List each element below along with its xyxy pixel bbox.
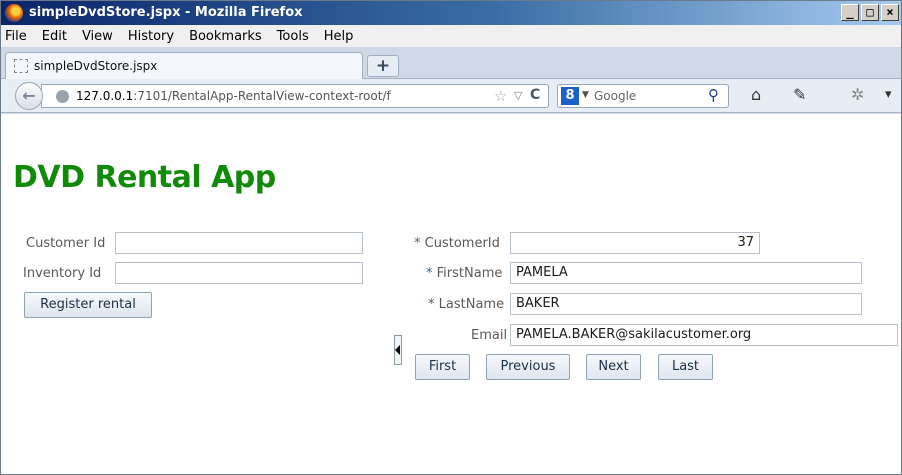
tools-icon[interactable]: ✎	[793, 85, 806, 104]
site-identity-icon[interactable]	[56, 90, 69, 103]
last-name-label: * LastName	[428, 297, 504, 312]
search-input[interactable]: Google	[594, 89, 636, 103]
last-name-field[interactable]: BAKER	[510, 293, 862, 315]
page-content: DVD Rental App Customer Id Inventory Id …	[1, 114, 901, 474]
collapse-arrow-icon	[395, 345, 400, 355]
url-path: :7101/RentalApp-RentalView-context-root/…	[133, 89, 391, 103]
url-host: 127.0.0.1	[76, 89, 134, 103]
url-text[interactable]: 127.0.0.1:7101/RentalApp-RentalView-cont…	[76, 89, 486, 103]
customer-id-value-field[interactable]: 37	[510, 232, 760, 254]
menu-view[interactable]: View	[82, 29, 113, 44]
url-bar[interactable]: 127.0.0.1:7101/RentalApp-RentalView-cont…	[41, 84, 549, 108]
firefox-logo-icon	[5, 4, 23, 22]
previous-button[interactable]: Previous	[486, 354, 570, 380]
window-title: simpleDvdStore.jspx - Mozilla Firefox	[29, 5, 303, 20]
back-button[interactable]: ←	[15, 82, 43, 110]
menu-tools[interactable]: Tools	[277, 29, 309, 44]
required-marker: *	[428, 297, 435, 312]
page-icon	[14, 59, 28, 73]
required-marker: *	[426, 266, 433, 281]
menu-bookmarks[interactable]: Bookmarks	[189, 29, 262, 44]
browser-window: simpleDvdStore.jspx - Mozilla Firefox _ …	[0, 0, 902, 475]
reload-icon[interactable]: C	[530, 87, 540, 103]
addon-icon[interactable]: ✲	[851, 85, 864, 104]
register-rental-button[interactable]: Register rental	[24, 292, 152, 318]
last-button[interactable]: Last	[658, 354, 713, 380]
customer-id-text: CustomerId	[424, 236, 500, 251]
menu-file[interactable]: File	[5, 29, 27, 44]
inventory-id-label: Inventory Id	[23, 266, 102, 281]
search-engine-dropdown-icon[interactable]: ▼	[582, 90, 589, 100]
first-button[interactable]: First	[415, 354, 470, 380]
required-marker: *	[414, 236, 421, 251]
email-field[interactable]: PAMELA.BAKER@sakilacustomer.org	[510, 324, 898, 346]
search-bar[interactable]: 8 ▼ Google ⚲	[557, 84, 729, 108]
customer-id-form-label: * CustomerId	[414, 236, 500, 251]
menu-help[interactable]: Help	[324, 29, 354, 44]
customer-id-label: Customer Id	[26, 236, 106, 251]
email-label: Email	[471, 328, 508, 343]
menu-overflow-icon[interactable]: ▾	[885, 87, 892, 102]
menu-history[interactable]: History	[128, 29, 174, 44]
inventory-id-input[interactable]	[115, 262, 363, 284]
tab-title: simpleDvdStore.jspx	[34, 59, 158, 73]
url-history-dropdown-icon[interactable]: ▽	[514, 89, 522, 102]
next-button[interactable]: Next	[586, 354, 641, 380]
home-icon[interactable]: ⌂	[751, 85, 761, 104]
last-name-text: LastName	[438, 297, 505, 312]
menu-edit[interactable]: Edit	[42, 29, 67, 44]
page-title: DVD Rental App	[13, 160, 276, 195]
first-name-field[interactable]: PAMELA	[510, 262, 862, 284]
first-name-text: FirstName	[436, 266, 503, 281]
bookmark-star-icon[interactable]: ☆	[494, 87, 507, 105]
customer-id-input[interactable]	[115, 232, 363, 254]
search-icon[interactable]: ⚲	[708, 86, 719, 104]
first-name-label: * FirstName	[426, 266, 502, 281]
navigation-bar: 127.0.0.1:7101/RentalApp-RentalView-cont…	[1, 79, 901, 113]
panel-splitter-handle[interactable]	[394, 335, 402, 365]
title-bar: simpleDvdStore.jspx - Mozilla Firefox _ …	[1, 1, 901, 25]
tab-simple-dvd-store[interactable]: simpleDvdStore.jspx	[5, 52, 363, 79]
menu-bar: File Edit View History Bookmarks Tools H…	[1, 25, 901, 47]
close-button[interactable]: ×	[881, 4, 899, 21]
maximize-button[interactable]: □	[861, 4, 879, 21]
new-tab-button[interactable]: +	[367, 55, 399, 77]
tab-strip: simpleDvdStore.jspx +	[1, 47, 901, 79]
window-controls: _ □ ×	[841, 4, 899, 21]
search-engine-icon[interactable]: 8	[561, 87, 579, 105]
minimize-button[interactable]: _	[841, 4, 859, 21]
